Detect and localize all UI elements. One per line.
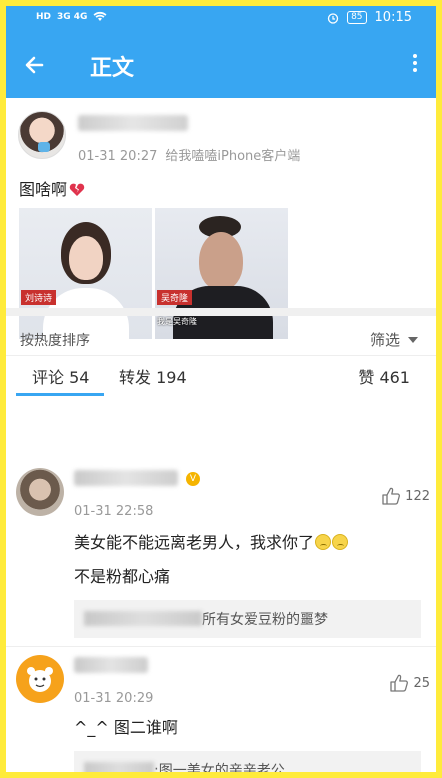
post-text: 图啥啊	[19, 176, 85, 200]
thumbs-up-icon	[382, 487, 401, 505]
sad-face-icon	[315, 534, 332, 550]
section-divider	[6, 308, 436, 316]
reply-preview[interactable]: 所有女爱豆粉的噩梦	[74, 600, 421, 638]
broken-heart-icon	[69, 183, 85, 196]
reply-author-blurred	[84, 762, 154, 772]
back-arrow-icon[interactable]	[22, 52, 48, 78]
commenter-name-blurred[interactable]	[74, 470, 178, 486]
app-bar: HD 3G 4G 85 10:15 正文	[6, 6, 436, 98]
comment-like-count: 122	[405, 488, 430, 504]
comment-time: 01-31 22:58	[74, 504, 154, 519]
post-meta: 01-31 20:27 给我嗑嗑iPhone客户端	[78, 145, 300, 164]
reply-text: 所有女爱豆粉的噩梦	[202, 612, 328, 628]
more-options-icon[interactable]	[412, 54, 418, 76]
post-text-content: 图啥啊	[19, 180, 68, 199]
reply-preview[interactable]: :图一美女的亲亲老公	[74, 751, 421, 772]
reply-text: :图一美女的亲亲老公	[154, 763, 285, 772]
comment-text-line2: 不是粉都心痛	[74, 567, 171, 586]
comment-text: 美女能不能远离老男人，我求你了	[74, 528, 349, 558]
page-title: 正文	[90, 56, 135, 81]
verified-badge-icon: V	[186, 472, 200, 486]
post-time: 01-31 20:27	[78, 149, 158, 164]
comment-like-button[interactable]: 25	[389, 673, 430, 693]
comment-time: 01-31 20:29	[74, 691, 154, 706]
comment-divider	[6, 646, 436, 647]
status-right: 85 10:15	[327, 10, 412, 25]
thumbs-up-icon	[390, 674, 409, 692]
battery-indicator: 85	[347, 11, 367, 24]
sort-by-hot[interactable]: 按热度排序	[20, 330, 90, 350]
network-indicators: HD 3G 4G	[36, 11, 107, 22]
commenter-name-blurred[interactable]	[74, 657, 148, 673]
phone-screen: HD 3G 4G 85 10:15 正文 01-31 20:27 给我嗑嗑iPho…	[6, 6, 436, 772]
filter-button[interactable]: 筛选	[370, 329, 418, 350]
reply-author-blurred	[84, 611, 202, 626]
post-source: 给我嗑嗑iPhone客户端	[165, 149, 301, 164]
alarm-icon	[327, 12, 339, 24]
comment-text-line1: 美女能不能远离老男人，我求你了	[74, 533, 315, 552]
sort-bar: 按热度排序 筛选	[6, 316, 436, 356]
wifi-icon	[93, 11, 107, 21]
filter-label: 筛选	[369, 331, 400, 349]
image2-caption: 吴奇隆	[157, 290, 193, 305]
comment-like-count: 25	[413, 675, 430, 691]
comment-text: ^_^ 图二谁啊	[74, 718, 178, 737]
status-bar: HD 3G 4G 85 10:15	[6, 6, 436, 30]
commenter-avatar[interactable]	[16, 468, 64, 516]
author-name-blurred[interactable]	[78, 115, 188, 131]
comment-like-button[interactable]: 122	[381, 486, 430, 506]
chevron-down-icon	[408, 337, 418, 343]
active-tab-indicator	[16, 393, 104, 396]
image1-caption: 刘诗诗	[21, 290, 57, 305]
tab-reposts[interactable]: 转发 194	[119, 364, 187, 388]
tab-comments[interactable]: 评论 54	[32, 364, 89, 388]
cartoon-bear-icon	[27, 667, 53, 692]
signal-indicator: 3G 4G	[57, 11, 88, 22]
hd-indicator: HD	[36, 11, 52, 22]
commenter-avatar[interactable]	[16, 655, 64, 703]
author-avatar[interactable]	[18, 111, 66, 159]
clock: 10:15	[374, 10, 412, 25]
tab-likes[interactable]: 赞 461	[358, 364, 410, 388]
sad-face-icon	[332, 534, 349, 550]
